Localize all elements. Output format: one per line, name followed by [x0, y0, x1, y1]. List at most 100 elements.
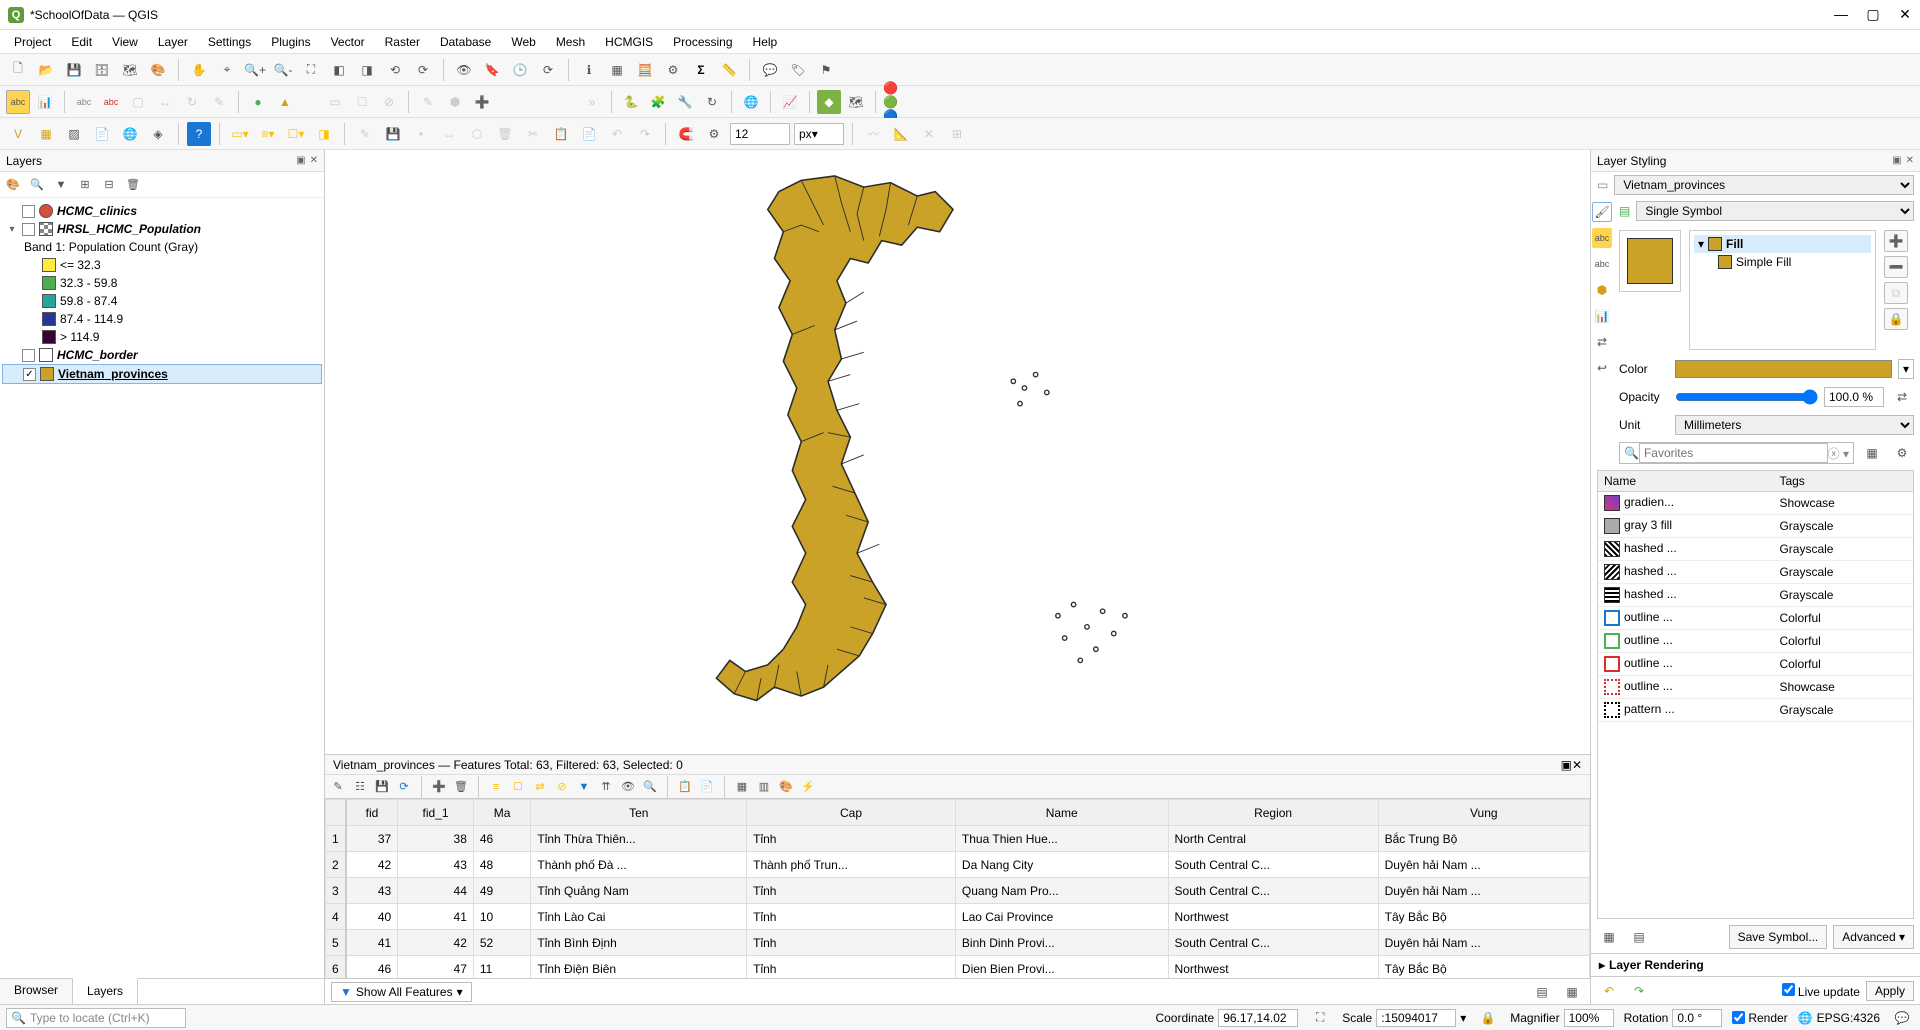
table-cell[interactable]: Tỉnh — [747, 904, 956, 930]
table-cell[interactable]: 43 — [346, 878, 398, 904]
table-view-icon[interactable]: ▦ — [1560, 980, 1584, 1004]
style-options-icon[interactable]: ⚙ — [1890, 441, 1914, 465]
delete-field-icon[interactable]: ▥ — [755, 778, 773, 796]
menu-database[interactable]: Database — [430, 33, 501, 51]
table-cell[interactable]: South Central C... — [1168, 878, 1378, 904]
labels-tab-icon[interactable]: abc — [1592, 228, 1612, 248]
table-cell[interactable]: South Central C... — [1168, 852, 1378, 878]
globe-green-icon[interactable]: ● — [246, 90, 270, 114]
table-cell[interactable]: Tỉnh Bình Định — [531, 930, 747, 956]
opacity-slider[interactable] — [1675, 389, 1818, 405]
advanced-button[interactable]: Advanced ▾ — [1833, 925, 1914, 949]
save-as-icon[interactable]: 🗄 — [90, 58, 114, 82]
pan-icon[interactable]: ✋ — [187, 58, 211, 82]
snap-tolerance-input[interactable]: 12 — [730, 123, 790, 145]
favorite-item[interactable]: pattern ...Grayscale — [1598, 699, 1913, 722]
scale-input[interactable] — [1376, 1009, 1456, 1027]
map-canvas[interactable] — [325, 150, 1590, 754]
table-cell[interactable]: 49 — [473, 878, 531, 904]
table-cell[interactable]: Tỉnh — [747, 930, 956, 956]
zoom-next-icon[interactable]: ⟳ — [411, 58, 435, 82]
merge-icon[interactable]: ⊞ — [945, 122, 969, 146]
tab-layers[interactable]: Layers — [73, 978, 138, 1004]
select-all-icon[interactable]: ☐ — [350, 90, 374, 114]
show-features-filter[interactable]: ▼ Show All Features ▾ — [331, 982, 472, 1002]
cad-icon[interactable]: 📐 — [889, 122, 913, 146]
table-cell[interactable]: Tây Bắc Bộ — [1378, 904, 1589, 930]
undo-style-icon[interactable]: ↶ — [1597, 979, 1621, 1003]
table-cell[interactable]: North Central — [1168, 826, 1378, 852]
zoom-selection-icon[interactable]: ◧ — [327, 58, 351, 82]
pan-selected-icon[interactable]: 👁 — [619, 778, 637, 796]
save-edits-icon[interactable]: 💾 — [373, 778, 391, 796]
table-cell[interactable]: Tỉnh — [747, 956, 956, 979]
zoom-full-icon[interactable]: ⛶ — [299, 58, 323, 82]
menu-plugins[interactable]: Plugins — [261, 33, 320, 51]
save-edits-icon[interactable]: 💾 — [381, 122, 405, 146]
favorite-item[interactable]: hashed ...Grayscale — [1598, 538, 1913, 561]
redo-style-icon[interactable]: ↷ — [1627, 979, 1651, 1003]
add-feature-icon[interactable]: ➕ — [430, 778, 448, 796]
save-symbol-button[interactable]: Save Symbol... — [1729, 925, 1828, 949]
unit-select[interactable]: Millimeters — [1675, 415, 1914, 435]
triangle-icon[interactable]: ▲ — [273, 90, 297, 114]
row-header[interactable]: 1 — [326, 826, 346, 852]
expand-icon[interactable]: ⊞ — [76, 176, 94, 194]
column-header[interactable]: Ma — [473, 800, 531, 826]
layer-checkbox[interactable] — [22, 223, 35, 236]
table-cell[interactable]: 41 — [398, 904, 474, 930]
table-cell[interactable]: Tỉnh — [747, 878, 956, 904]
row-header[interactable]: 2 — [326, 852, 346, 878]
maximize-button[interactable]: ▢ — [1866, 6, 1880, 23]
clear-search-icon[interactable]: ⓧ ▾ — [1828, 445, 1849, 462]
move-top-icon[interactable]: ⇈ — [597, 778, 615, 796]
form-view-icon[interactable]: ▤ — [1530, 980, 1554, 1004]
style-manager-icon[interactable]: ▦ — [1860, 441, 1884, 465]
add-virtual-icon[interactable]: ◈ — [146, 122, 170, 146]
add-raster-icon[interactable]: ▦ — [34, 122, 58, 146]
add-vector-icon[interactable]: V — [6, 122, 30, 146]
row-header[interactable]: 6 — [326, 956, 346, 979]
table-cell[interactable]: 37 — [346, 826, 398, 852]
attr-undock-icon[interactable]: ▣ — [1561, 758, 1572, 772]
menu-layer[interactable]: Layer — [148, 33, 198, 51]
collapse-icon[interactable]: ⊟ — [100, 176, 118, 194]
vertex-tool-icon[interactable]: ⬢ — [443, 90, 467, 114]
cut-feature-icon[interactable]: ✂ — [521, 122, 545, 146]
symbology-tab-icon[interactable]: 🖌 — [1592, 202, 1612, 222]
row-header[interactable]: 3 — [326, 878, 346, 904]
menu-processing[interactable]: Processing — [663, 33, 742, 51]
row-header[interactable]: 5 — [326, 930, 346, 956]
toggle-edit-icon[interactable]: ✎ — [329, 778, 347, 796]
opacity-input[interactable] — [1824, 387, 1884, 407]
apply-button[interactable]: Apply — [1866, 981, 1914, 1001]
symbol-layer-tree[interactable]: ▾Fill Simple Fill — [1689, 230, 1876, 350]
stats-icon[interactable]: Σ — [689, 58, 713, 82]
symbol-mode-select[interactable]: Single Symbol — [1636, 201, 1914, 221]
expand-icon[interactable]: ▾ — [6, 224, 18, 235]
select-rect-icon[interactable]: ▭▾ — [228, 122, 252, 146]
table-cell[interactable]: Dien Bien Provi... — [955, 956, 1168, 979]
rotation-input[interactable] — [1672, 1009, 1722, 1027]
add-mesh-icon[interactable]: ▨ — [62, 122, 86, 146]
grid-view-icon[interactable]: ▤ — [1627, 925, 1651, 949]
remove-symbol-layer-button[interactable]: ➖ — [1884, 256, 1908, 278]
table-cell[interactable]: 40 — [346, 904, 398, 930]
redo-icon[interactable]: ↷ — [633, 122, 657, 146]
magnifier-input[interactable] — [1564, 1009, 1614, 1027]
annotation-icon[interactable]: 🏷 — [786, 58, 810, 82]
table-cell[interactable]: Northwest — [1168, 904, 1378, 930]
table-cell[interactable]: South Central C... — [1168, 930, 1378, 956]
trace-icon[interactable]: 〰 — [861, 122, 885, 146]
filter-legend-icon[interactable]: ▼ — [52, 176, 70, 194]
color-button[interactable] — [1675, 360, 1892, 378]
duplicate-symbol-button[interactable]: ⧉ — [1884, 282, 1908, 304]
snap-icon[interactable]: 🧲 — [674, 122, 698, 146]
show-no-crs-icon[interactable]: ⚑ — [814, 58, 838, 82]
table-cell[interactable]: Duyên hải Nam ... — [1378, 878, 1589, 904]
menu-project[interactable]: Project — [4, 33, 61, 51]
layer-checkbox[interactable]: ✓ — [23, 368, 36, 381]
menu-vector[interactable]: Vector — [321, 33, 375, 51]
help-icon[interactable]: ? — [187, 122, 211, 146]
crs-button[interactable]: 🌐 EPSG:4326 — [1798, 1011, 1880, 1025]
